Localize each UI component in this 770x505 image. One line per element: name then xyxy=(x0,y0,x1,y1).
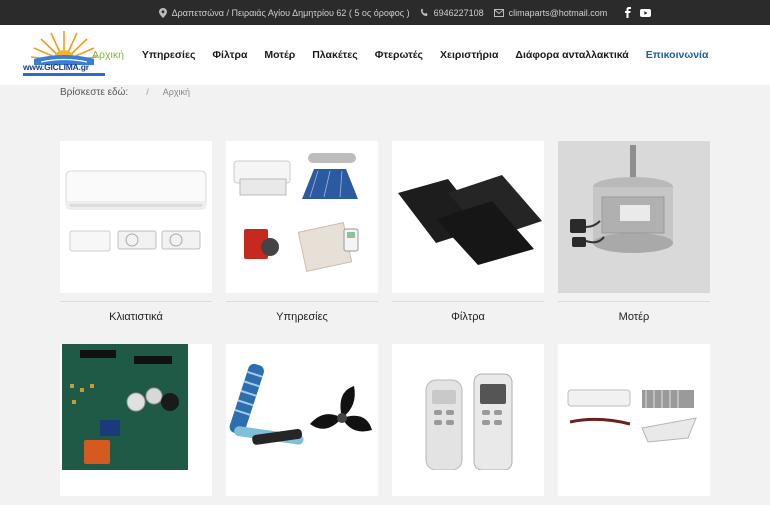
breadcrumb-prefix: Βρίσκεστε εδώ: xyxy=(60,87,129,98)
breadcrumb-current[interactable]: Αρχική xyxy=(163,87,190,98)
air-conditioner-image[interactable] xyxy=(60,141,212,293)
phone-icon xyxy=(420,8,428,17)
remote-controls-image[interactable] xyxy=(392,344,544,496)
main-menu: Αρχική Υπηρεσίες Φίλτρα Μοτέρ Πλακέτες Φ… xyxy=(92,25,725,85)
email-text[interactable]: climaparts@hotmail.com xyxy=(509,8,608,18)
card-divider xyxy=(60,301,212,302)
breadcrumb: Βρίσκεστε εδώ: / Αρχική xyxy=(60,87,190,98)
category-label[interactable]: Φίλτρα xyxy=(392,311,544,323)
category-card-air-conditioners[interactable]: Κλιατιστικά xyxy=(60,141,212,323)
logo-text: www.GICLIMA.gr xyxy=(23,62,89,72)
menu-item-home[interactable]: Αρχική xyxy=(92,49,124,61)
category-card-fans[interactable] xyxy=(226,344,378,505)
category-card-various-parts[interactable] xyxy=(558,344,710,505)
location-icon xyxy=(158,7,167,18)
breadcrumb-separator: / xyxy=(146,87,149,97)
card-divider xyxy=(226,301,378,302)
category-card-motors[interactable]: Μοτέρ xyxy=(558,141,710,323)
category-label[interactable]: Μοτέρ xyxy=(558,311,710,323)
card-divider xyxy=(558,301,710,302)
fans-image[interactable] xyxy=(226,344,378,496)
top-info-bar: Δραπετσώνα / Πειραιάς Αγίου Δημητρίου 62… xyxy=(0,0,770,25)
circuit-board-image[interactable] xyxy=(60,344,212,496)
card-divider xyxy=(392,301,544,302)
services-image[interactable] xyxy=(226,141,378,293)
category-card-boards[interactable] xyxy=(60,344,212,505)
menu-item-fans[interactable]: Φτερωτές xyxy=(375,49,423,61)
main-nav-bar: www.GICLIMA.gr Αρχική Υπηρεσίες Φίλτρα Μ… xyxy=(0,25,770,85)
sun-logo-icon xyxy=(30,31,98,65)
filters-image[interactable] xyxy=(392,141,544,293)
category-card-filters[interactable]: Φίλτρα xyxy=(392,141,544,323)
email-icon xyxy=(493,8,504,17)
youtube-icon[interactable] xyxy=(640,8,652,17)
menu-item-filters[interactable]: Φίλτρα xyxy=(212,49,247,61)
motor-image[interactable] xyxy=(558,141,710,293)
address-item: Δραπετσώνα / Πειραιάς Αγίου Δημητρίου 62… xyxy=(158,7,410,18)
menu-item-services[interactable]: Υπηρεσίες xyxy=(142,49,195,61)
category-card-services[interactable]: Υπηρεσίες xyxy=(226,141,378,323)
menu-item-contact[interactable]: Επικοινωνία xyxy=(646,49,709,61)
social-links xyxy=(625,7,652,18)
phone-text[interactable]: 6946227108 xyxy=(434,8,484,18)
category-label[interactable]: Υπηρεσίες xyxy=(226,311,378,323)
email-item[interactable]: climaparts@hotmail.com xyxy=(493,8,608,18)
category-label[interactable]: Κλιατιστικά xyxy=(60,311,212,323)
various-parts-image[interactable] xyxy=(558,344,710,496)
phone-item[interactable]: 6946227108 xyxy=(420,8,484,18)
category-card-remotes[interactable] xyxy=(392,344,544,505)
facebook-icon[interactable] xyxy=(625,7,632,18)
menu-item-various-parts[interactable]: Διάφορα ανταλλακτικά xyxy=(515,49,628,61)
menu-item-remotes[interactable]: Χειριστήρια xyxy=(440,49,498,61)
menu-item-boards[interactable]: Πλακέτες xyxy=(312,49,357,61)
menu-item-motors[interactable]: Μοτέρ xyxy=(264,49,295,61)
address-text: Δραπετσώνα / Πειραιάς Αγίου Δημητρίου 62… xyxy=(171,7,410,18)
